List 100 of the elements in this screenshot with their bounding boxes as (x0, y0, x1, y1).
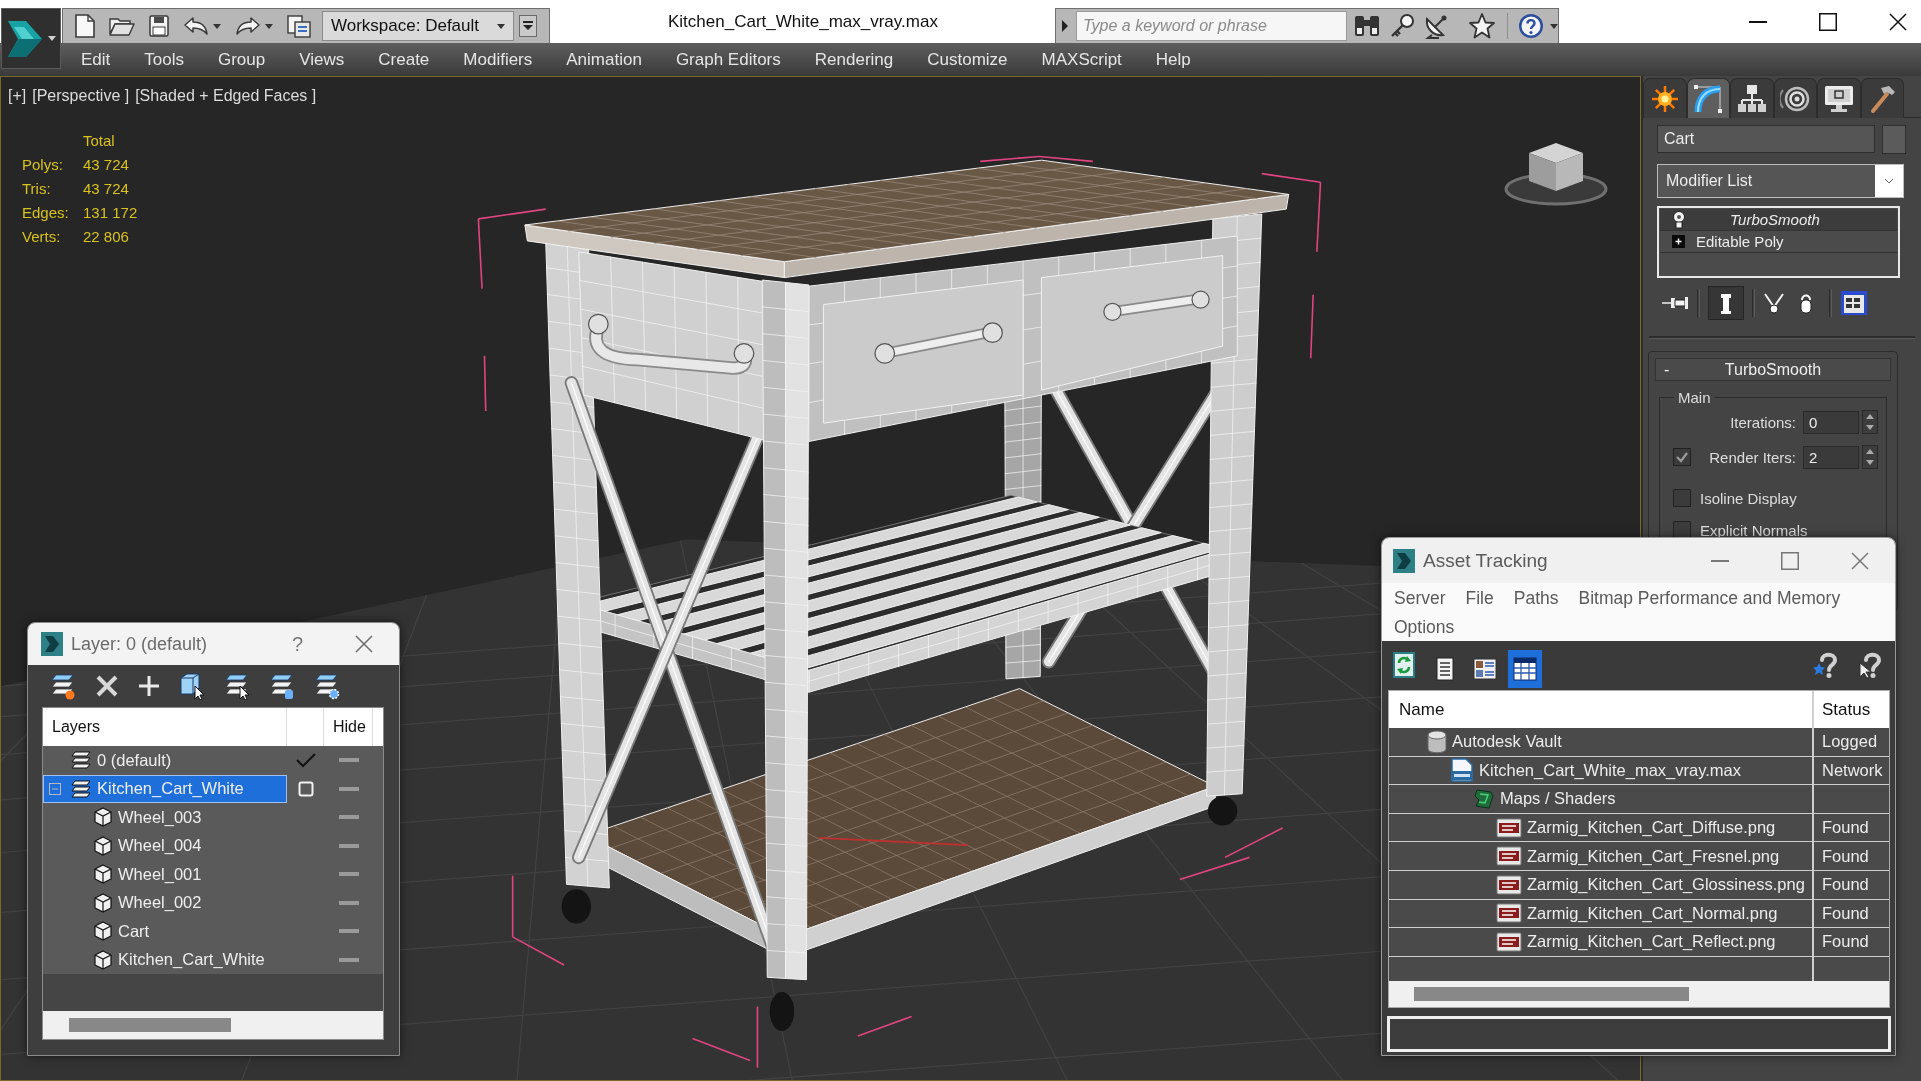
asset-item[interactable]: Zarmig_Kitchen_Cart_Normal.png (1389, 899, 1814, 928)
menu-item[interactable]: Views (282, 49, 362, 70)
undo-icon[interactable] (183, 16, 209, 36)
i-beam-icon[interactable] (1708, 286, 1744, 320)
help-button[interactable]: ? (287, 632, 307, 656)
lightbulb-icon[interactable] (1672, 210, 1686, 229)
dash-icon[interactable] (338, 900, 359, 905)
asset-item[interactable]: Autodesk Vault (1389, 728, 1814, 756)
plus-box-icon[interactable] (1672, 235, 1685, 248)
scrollbar-thumb[interactable] (69, 1018, 231, 1032)
object-name-field[interactable]: Cart (1657, 125, 1875, 153)
star-icon[interactable] (1469, 13, 1495, 39)
checkbox-label[interactable]: Explicit Normals (1700, 521, 1808, 539)
dropdown-icon[interactable] (519, 15, 537, 37)
hierarchy-tab[interactable] (1730, 78, 1774, 118)
scrollbar-thumb[interactable] (1414, 987, 1689, 1001)
dash-icon[interactable] (338, 957, 359, 962)
menu-item[interactable]: Animation (549, 49, 659, 70)
asset-item[interactable]: Zarmig_Kitchen_Cart_Fresnel.png (1389, 842, 1814, 870)
modify-tab[interactable] (1686, 78, 1730, 118)
caret-icon[interactable] (1550, 23, 1558, 29)
utilities-tab[interactable] (1860, 78, 1904, 118)
motion-tab[interactable] (1773, 78, 1817, 118)
menu-item[interactable]: Help (1138, 49, 1208, 70)
spinner-field[interactable]: 2 (1803, 445, 1859, 469)
app-menu-button[interactable] (1, 8, 61, 69)
viewport-label[interactable]: [Shaded + Edged Faces ] (135, 87, 317, 105)
search-field[interactable]: Type a keyword or phrase (1076, 11, 1347, 41)
triangle-icon[interactable] (1061, 20, 1069, 32)
maximize-icon[interactable] (1819, 12, 1837, 31)
close-icon[interactable] (1889, 12, 1907, 31)
binoculars-icon[interactable] (1353, 14, 1381, 38)
dash-icon[interactable] (338, 815, 359, 820)
documents-icon[interactable] (287, 14, 311, 38)
asset-item[interactable]: Zarmig_Kitchen_Cart_Glossiness.png (1389, 870, 1814, 899)
layers-dot-icon[interactable] (50, 672, 76, 700)
help-icon[interactable] (1518, 13, 1544, 39)
menu-item[interactable]: Graph Editors (658, 49, 798, 70)
layers-gear-icon[interactable] (314, 672, 340, 700)
refresh-icon[interactable] (1393, 651, 1415, 678)
workspace-dropdown[interactable]: Workspace: Default (322, 11, 514, 41)
asset-item[interactable]: Maps / Shaders (1389, 785, 1814, 813)
checkbox-outline-icon[interactable] (297, 780, 314, 797)
menu-item[interactable]: Server (1384, 584, 1456, 613)
menu-item[interactable]: Rendering (797, 49, 911, 70)
menu-item[interactable]: Group (201, 49, 283, 70)
save-icon[interactable] (149, 15, 169, 37)
minimize-icon[interactable] (1749, 20, 1767, 23)
display-tab[interactable] (1817, 78, 1861, 118)
table-view-button[interactable] (1508, 650, 1542, 688)
menu-item[interactable]: Modifiers (446, 49, 550, 70)
horizontal-scrollbar[interactable] (43, 1011, 383, 1039)
checkbox[interactable] (1673, 448, 1691, 466)
pin-icon[interactable] (1661, 295, 1689, 311)
padlock-icon[interactable] (1799, 292, 1813, 314)
menu-item[interactable]: Create (361, 49, 447, 70)
open-folder-icon[interactable] (109, 16, 135, 36)
color-swatch-icon[interactable] (1882, 125, 1906, 154)
dash-icon[interactable] (338, 929, 359, 934)
modifier-stack-item[interactable]: TurboSmooth (1660, 209, 1897, 231)
grid-window-icon[interactable] (1840, 290, 1868, 316)
menu-item[interactable]: Paths (1503, 584, 1569, 613)
menu-item[interactable]: MAXScript (1024, 49, 1139, 70)
new-file-icon[interactable] (75, 14, 95, 38)
path-field[interactable] (1387, 1016, 1891, 1052)
redo-icon[interactable] (235, 16, 261, 36)
viewport-label[interactable]: [Perspective ] (32, 87, 130, 105)
menu-item[interactable]: Tools (127, 49, 201, 70)
add-icon[interactable] (138, 675, 160, 697)
create-tab[interactable] (1643, 78, 1687, 118)
cube-cursor-icon[interactable] (179, 672, 205, 700)
spinner-field[interactable]: 0 (1803, 410, 1859, 434)
column-header[interactable]: Name (1389, 691, 1814, 728)
spinner-arrows-icon[interactable] (1862, 445, 1878, 469)
layers-badge-icon[interactable] (269, 672, 295, 700)
asset-item[interactable]: Zarmig_Kitchen_Cart_Reflect.png (1389, 928, 1814, 956)
caret-icon[interactable] (213, 23, 221, 29)
fork-icon[interactable] (1763, 292, 1785, 314)
asset-item[interactable]: Zarmig_Kitchen_Cart_Diffuse.png (1389, 813, 1814, 842)
delete-icon[interactable] (95, 674, 119, 698)
horizontal-scrollbar[interactable] (1389, 981, 1889, 1007)
dash-icon[interactable] (338, 872, 359, 877)
layer-item[interactable]: Kitchen_Cart_White (43, 774, 287, 803)
dash-icon[interactable] (338, 786, 359, 791)
modifier-list-dropdown[interactable]: Modifier List (1657, 164, 1904, 198)
viewport-label[interactable]: [+] (8, 87, 27, 105)
menu-item[interactable]: Options (1384, 613, 1465, 642)
dash-icon[interactable] (338, 843, 359, 848)
dash-icon[interactable] (338, 758, 359, 763)
caret-icon[interactable] (265, 23, 273, 29)
layers-cursor-icon[interactable] (224, 672, 250, 700)
column-header[interactable]: Status (1814, 691, 1889, 728)
menu-item[interactable]: Edit (64, 49, 128, 70)
checkbox[interactable] (1673, 489, 1691, 507)
asset-item[interactable]: Kitchen_Cart_White_max_vray.max (1389, 756, 1814, 785)
satellite-dish-icon[interactable] (1423, 13, 1449, 39)
rollout-header[interactable]: - TurboSmooth (1655, 358, 1891, 381)
menu-item[interactable]: Customize (910, 49, 1025, 70)
checkbox-label[interactable]: Isoline Display (1700, 489, 1797, 507)
menu-item[interactable]: File (1455, 584, 1504, 613)
